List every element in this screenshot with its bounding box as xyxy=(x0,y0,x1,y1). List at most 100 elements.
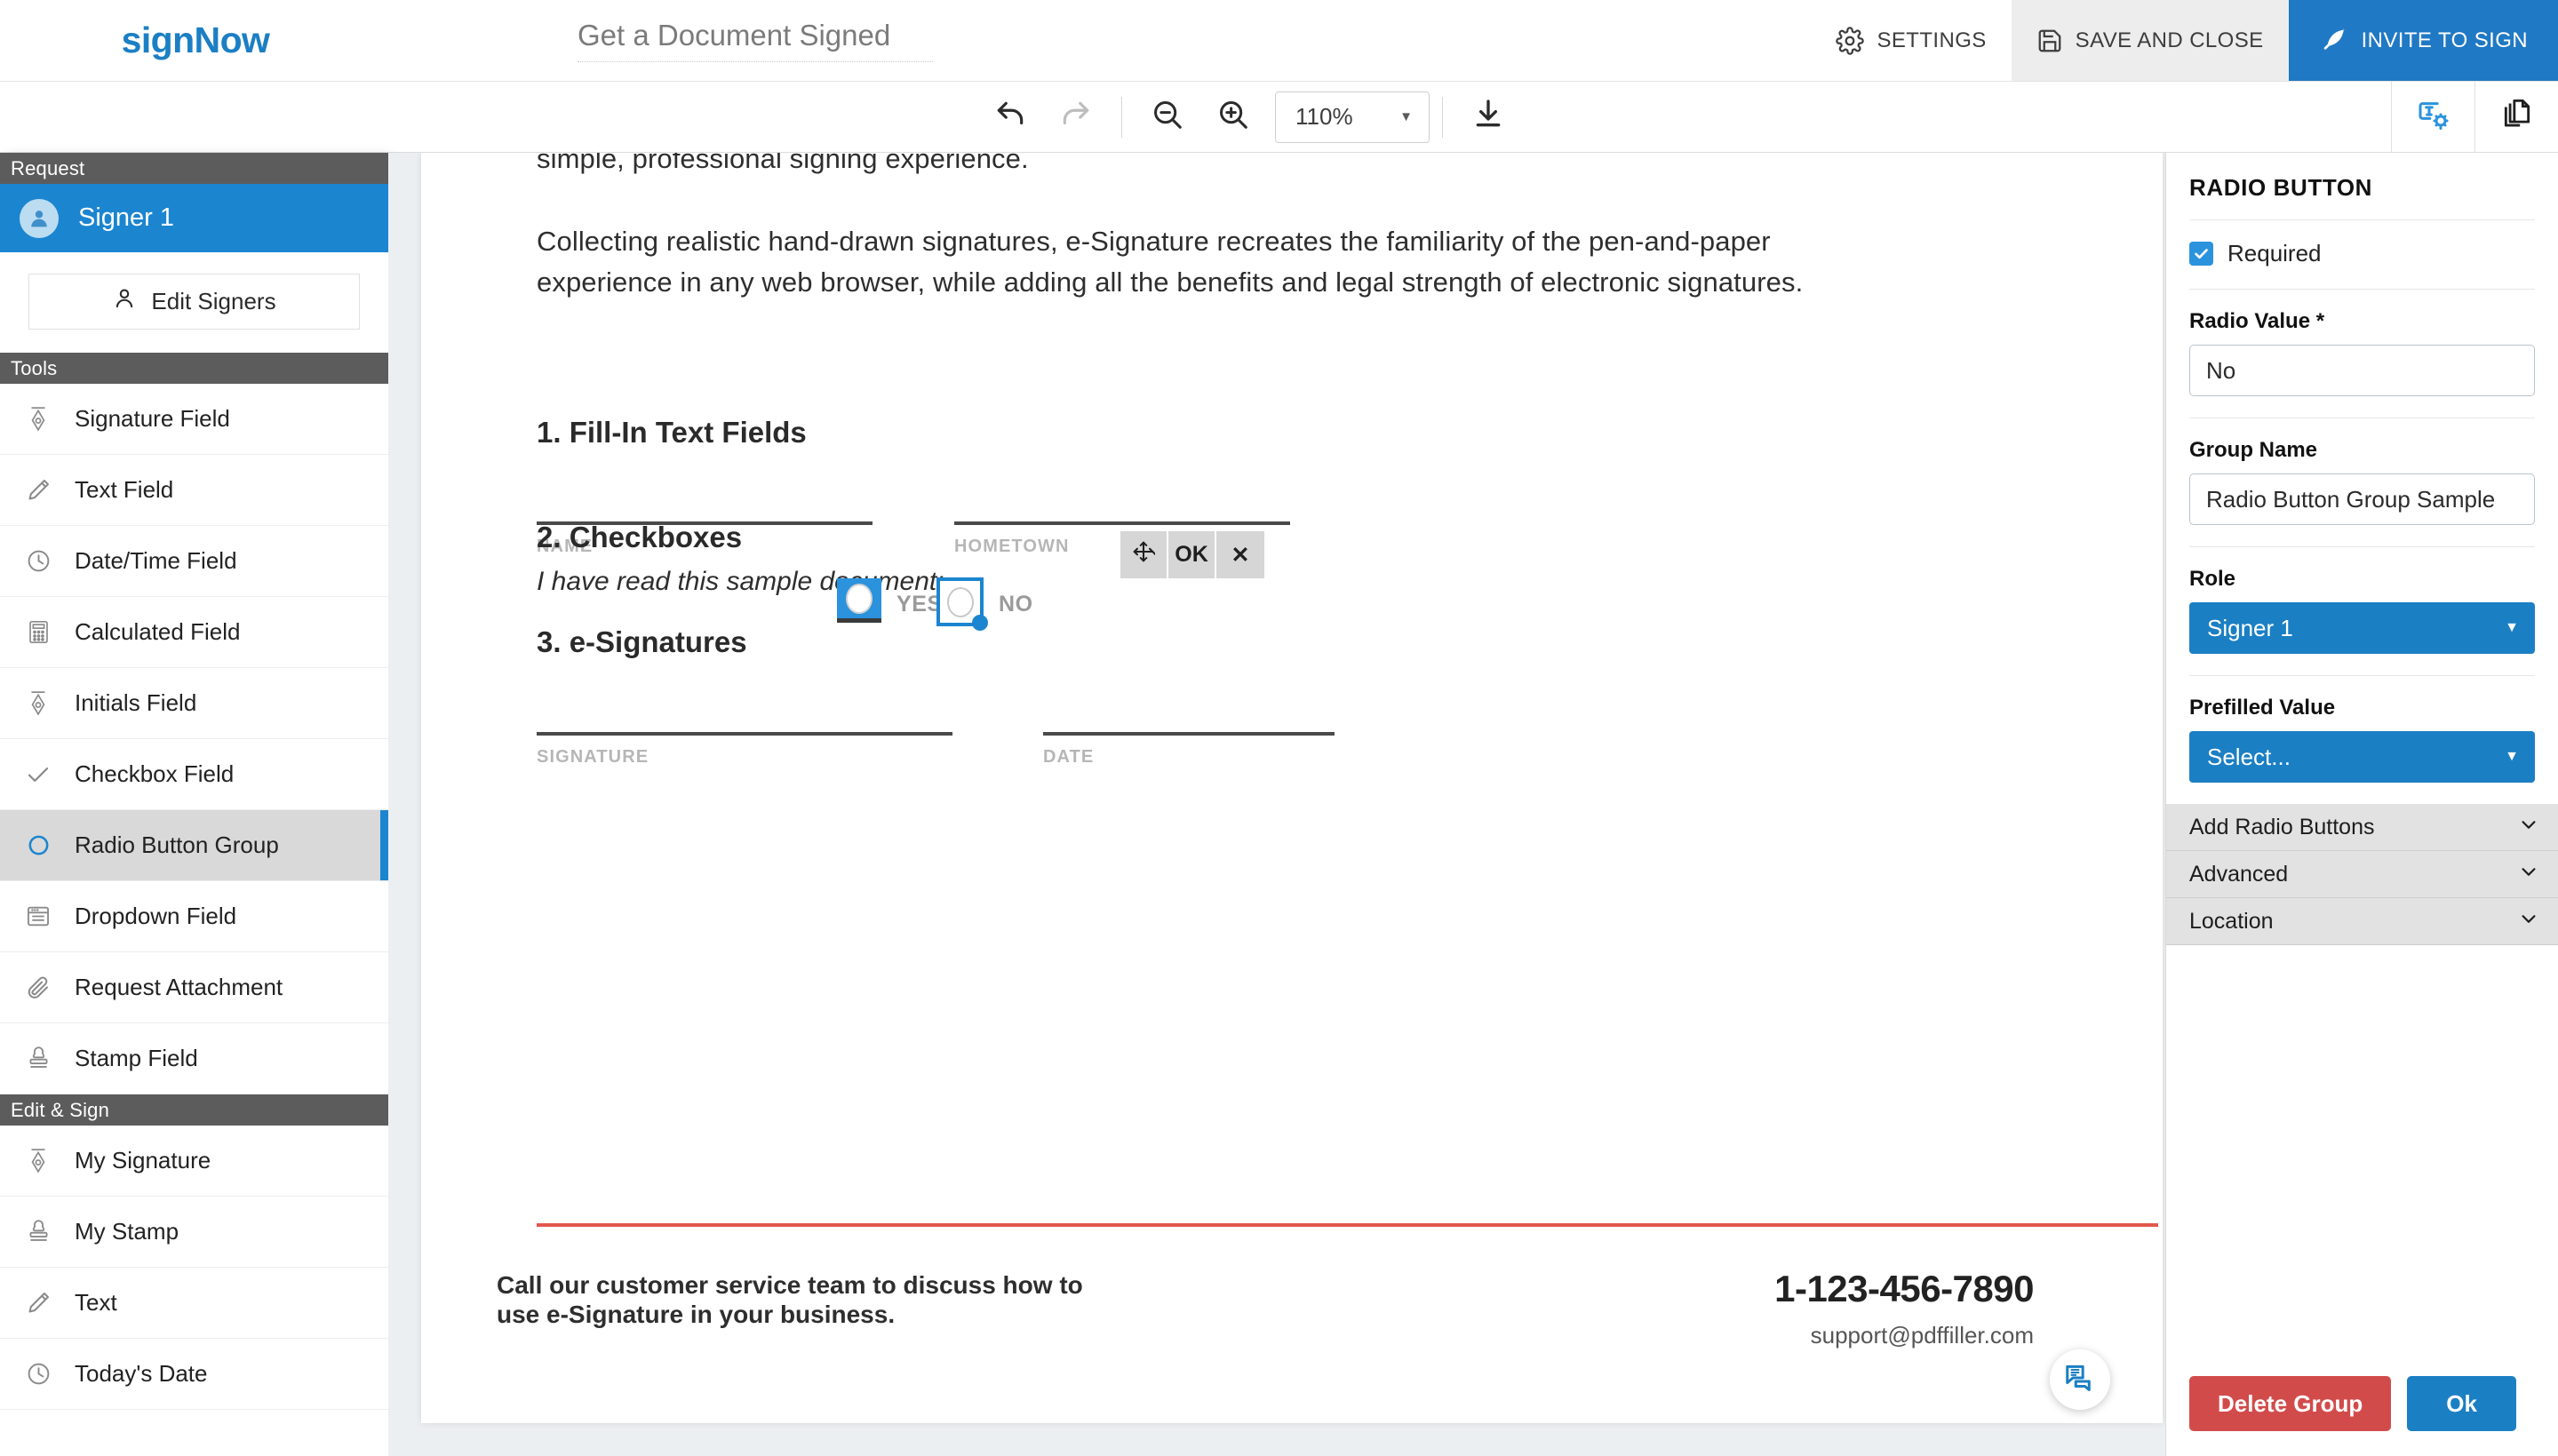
download-button[interactable] xyxy=(1455,91,1521,144)
sidebar-section-request: Request xyxy=(0,153,388,184)
field-settings-button[interactable] xyxy=(2391,82,2474,153)
accordion-label: Location xyxy=(2189,908,2274,934)
role-row: Role Signer 1 ▼ xyxy=(2166,547,2558,675)
properties-action-bar: Delete Group Ok xyxy=(2166,1376,2558,1456)
settings-button[interactable]: SETTINGS xyxy=(1811,0,2012,81)
pages-button[interactable] xyxy=(2474,82,2558,153)
signature-field-label: SIGNATURE xyxy=(537,747,649,767)
document-title[interactable]: Get a Document Signed xyxy=(578,19,933,62)
sidebar-item-my-stamp[interactable]: My Stamp xyxy=(0,1197,388,1268)
document-section-2-heading: 2. Checkboxes xyxy=(537,521,743,553)
invite-to-sign-button[interactable]: INVITE TO SIGN xyxy=(2288,0,2558,81)
footer-email: support@pdffiller.com xyxy=(1810,1322,2034,1349)
group-name-label: Group Name xyxy=(2189,438,2318,462)
move-icon xyxy=(1132,540,1157,569)
radio-button-no[interactable] xyxy=(936,577,988,631)
sidebar-item-checkbox-field[interactable]: Checkbox Field xyxy=(0,739,388,810)
move-field-button[interactable] xyxy=(1120,531,1168,578)
sidebar-item-stamp-field[interactable]: Stamp Field xyxy=(0,1023,388,1094)
stamp-icon xyxy=(21,1046,55,1071)
footer-divider xyxy=(537,1223,2158,1227)
sidebar-item-label: Text xyxy=(75,1289,117,1316)
sidebar-item-text-field[interactable]: Text Field xyxy=(0,455,388,526)
accordion-advanced[interactable]: Advanced xyxy=(2166,851,2558,898)
sidebar-signer-1[interactable]: Signer 1 xyxy=(0,184,388,252)
required-label: Required xyxy=(2227,240,2322,267)
footer-phone: 1-123-456-7890 xyxy=(1774,1268,2034,1309)
confirm-field-button[interactable]: OK xyxy=(1168,531,1216,578)
pen-nib-icon xyxy=(21,1148,55,1174)
delete-group-button[interactable]: Delete Group xyxy=(2189,1376,2392,1431)
person-icon xyxy=(112,286,137,317)
document-viewport[interactable]: simple, professional signing experience.… xyxy=(388,153,2165,1456)
role-select[interactable]: Signer 1 ▼ xyxy=(2189,602,2535,654)
footer-text-line-2: use e-Signature in your business. xyxy=(497,1301,896,1328)
sidebar-item-todays-date[interactable]: Today's Date xyxy=(0,1339,388,1410)
sidebar-item-label: Radio Button Group xyxy=(75,831,279,858)
accordion-add-radio-buttons[interactable]: Add Radio Buttons xyxy=(2166,804,2558,851)
sidebar-item-calculated-field[interactable]: Calculated Field xyxy=(0,597,388,668)
sidebar-item-request-attachment[interactable]: Request Attachment xyxy=(0,952,388,1023)
toolbar-right-group xyxy=(2391,82,2558,153)
toolbar-divider-2 xyxy=(1442,96,1443,138)
radio-no-label: NO xyxy=(999,592,1033,617)
chat-support-button[interactable] xyxy=(2050,1349,2110,1410)
pencil-icon xyxy=(21,477,55,504)
prefilled-value-row: Prefilled Value Select... ▼ xyxy=(2166,676,2558,804)
close-icon[interactable]: ✕ xyxy=(1216,531,1264,578)
brand-logo[interactable]: signNow xyxy=(0,0,391,81)
zoom-out-icon xyxy=(1151,98,1184,136)
brand-logo-text: signNow xyxy=(121,20,270,60)
sidebar-item-label: Checkbox Field xyxy=(75,760,235,787)
radio-value-label: Radio Value * xyxy=(2189,309,2325,333)
chevron-down-icon xyxy=(2519,909,2538,935)
document-paragraph-1: simple, professional signing experience. xyxy=(537,153,1029,174)
zoom-in-button[interactable] xyxy=(1200,91,1266,144)
sidebar-item-signature-field[interactable]: Signature Field xyxy=(0,384,388,455)
chevron-down-icon: ▼ xyxy=(1399,109,1413,124)
sidebar-item-radio-button-group[interactable]: Radio Button Group xyxy=(0,810,388,881)
document-section-3-heading: 3. e-Signatures xyxy=(537,625,747,658)
accordion-label: Advanced xyxy=(2189,861,2289,887)
pages-icon xyxy=(2500,99,2534,137)
sidebar-item-label: My Stamp xyxy=(75,1218,179,1245)
zoom-in-icon xyxy=(1216,98,1250,136)
sidebar-item-dropdown-field[interactable]: Dropdown Field xyxy=(0,881,388,952)
dropdown-icon xyxy=(21,904,55,928)
properties-panel-title: RADIO BUTTON xyxy=(2189,174,2373,201)
document-page: simple, professional signing experience.… xyxy=(421,153,2163,1423)
gear-icon xyxy=(1836,26,1865,55)
clock-icon xyxy=(21,548,55,574)
redo-button[interactable] xyxy=(1043,91,1109,144)
edit-signers-button[interactable]: Edit Signers xyxy=(28,274,360,330)
sidebar-item-label: Text Field xyxy=(75,476,174,503)
sidebar-item-label: Dropdown Field xyxy=(75,903,237,929)
zoom-level-select[interactable]: 110% ▼ xyxy=(1275,91,1430,143)
required-checkbox-row[interactable]: Required xyxy=(2189,240,2535,267)
toolbar-center-group: 110% ▼ xyxy=(977,91,1521,144)
radio-button-yes[interactable] xyxy=(837,578,881,623)
save-disk-icon xyxy=(2036,28,2063,54)
chat-bubble-icon xyxy=(2063,1361,2097,1399)
sidebar-item-date-time-field[interactable]: Date/Time Field xyxy=(0,526,388,597)
chevron-down-icon: ▼ xyxy=(2505,620,2519,635)
accordion-location[interactable]: Location xyxy=(2166,898,2558,945)
prefilled-value-label: Prefilled Value xyxy=(2189,696,2336,720)
prefilled-value-select[interactable]: Select... ▼ xyxy=(2189,731,2535,783)
role-selected-value: Signer 1 xyxy=(2207,614,2293,641)
ok-button[interactable]: Ok xyxy=(2407,1376,2516,1431)
save-and-close-button[interactable]: SAVE AND CLOSE xyxy=(2011,0,2289,81)
sidebar-item-label: My Signature xyxy=(75,1147,211,1174)
sidebar-item-my-signature[interactable]: My Signature xyxy=(0,1126,388,1197)
sidebar-item-initials-field[interactable]: Initials Field xyxy=(0,668,388,739)
undo-button[interactable] xyxy=(977,91,1043,144)
radio-value-input[interactable] xyxy=(2189,345,2535,396)
sidebar-item-label: Initials Field xyxy=(75,689,197,716)
toolbar-divider-1 xyxy=(1121,96,1122,138)
resize-handle[interactable] xyxy=(972,615,988,631)
group-name-input[interactable] xyxy=(2189,473,2535,525)
zoom-out-button[interactable] xyxy=(1135,91,1200,144)
required-checkbox[interactable] xyxy=(2189,242,2213,266)
hometown-field-label: HOMETOWN xyxy=(954,537,1070,556)
sidebar-item-text[interactable]: Text xyxy=(0,1268,388,1339)
